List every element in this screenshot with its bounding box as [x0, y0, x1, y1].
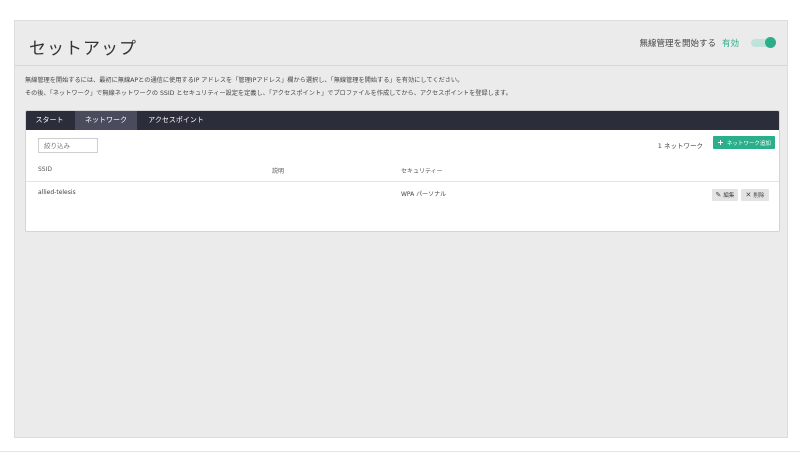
plus-icon: + [717, 137, 724, 147]
tab-network[interactable]: ネットワーク [75, 111, 137, 130]
intro-text: 無線管理を開始するには、最初に無線APとの通信に使用するIP アドレスを「管理I… [25, 74, 512, 100]
delete-label: 削除 [753, 193, 765, 199]
edit-label: 編集 [723, 193, 735, 199]
setup-panel: セットアップ 無線管理を開始する 有効 無線管理を開始するには、最初に無線APと… [14, 20, 788, 438]
page-header: セットアップ 無線管理を開始する 有効 [15, 21, 787, 66]
intro-line-1: 無線管理を開始するには、最初に無線APとの通信に使用するIP アドレスを「管理I… [25, 77, 464, 84]
delete-button[interactable]: ✕ 削除 [741, 189, 769, 201]
filter-input[interactable] [38, 138, 98, 153]
row-ssid: allied-telesis [38, 189, 76, 196]
add-network-label: ネットワーク追加 [726, 140, 771, 147]
pencil-icon: ✎ [715, 190, 722, 199]
network-card: スタート ネットワーク アクセスポイント 1 ネットワーク + ネットワーク追加… [25, 110, 780, 232]
edit-button[interactable]: ✎ 編集 [712, 189, 738, 201]
table-header-divider [26, 181, 779, 182]
wireless-management-control: 無線管理を開始する 有効 [639, 37, 776, 49]
intro-line-2: その後、「ネットワーク」で無線ネットワークの SSID とセキュリティー設定を定… [25, 90, 512, 97]
column-header-security: セキュリティー [401, 168, 443, 175]
close-icon: ✕ [745, 190, 752, 199]
tab-access-point[interactable]: アクセスポイント [139, 111, 213, 130]
network-count: 1 ネットワーク [657, 142, 703, 150]
wireless-management-toggle[interactable] [751, 37, 776, 48]
page-title: セットアップ [29, 39, 137, 59]
wireless-management-label: 無線管理を開始する [639, 39, 716, 49]
column-header-ssid: SSID [38, 166, 53, 173]
bottom-divider [0, 451, 800, 452]
tab-bar: スタート ネットワーク アクセスポイント [26, 111, 779, 130]
row-security: WPA パーソナル [401, 191, 447, 198]
column-header-description: 説明 [272, 168, 285, 175]
wireless-management-state: 有効 [721, 39, 739, 49]
toggle-knob [765, 37, 776, 48]
add-network-button[interactable]: + ネットワーク追加 [713, 136, 775, 149]
tab-start[interactable]: スタート [26, 111, 73, 130]
